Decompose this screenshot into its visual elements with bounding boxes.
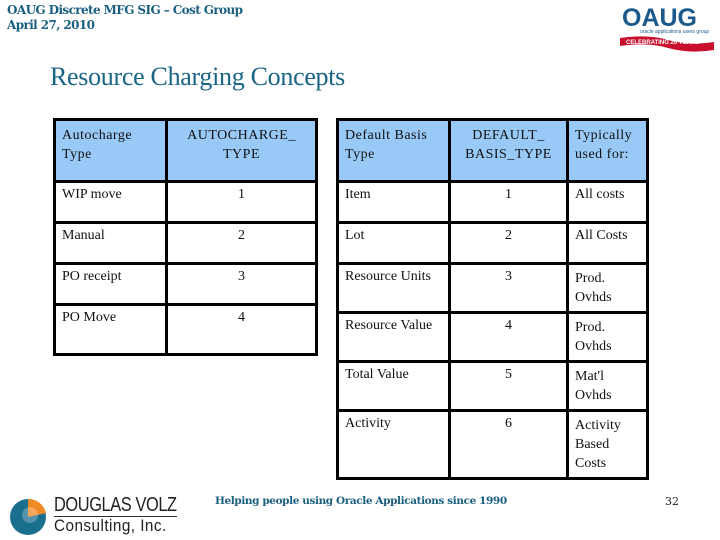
cell-code: 5 [448, 360, 569, 412]
cell-code: 3 [165, 262, 318, 306]
cell-basis: Activity [336, 409, 451, 480]
oaug-logo: OAUG oracle applications users group CEL… [620, 4, 714, 52]
cell-use: Mat'l Ovhds [566, 360, 649, 412]
table-row: Lot 2 All Costs [336, 221, 649, 265]
company-subtitle: Consulting, Inc. [54, 516, 167, 535]
cell-basis: Lot [336, 221, 451, 265]
cell-code: 3 [448, 262, 569, 314]
table-row: Manual 2 [53, 221, 318, 265]
cell-use: Prod. Ovhds [566, 262, 649, 314]
table-row: PO receipt 3 [53, 262, 318, 306]
cell-code: 6 [448, 409, 569, 480]
douglas-volz-logo-mark [10, 498, 46, 535]
cell-basis: Item [336, 180, 451, 224]
cell-code: 4 [448, 311, 569, 363]
cell-type: PO receipt [53, 262, 168, 306]
basis-table: Default Basis Type DEFAULT_ BASIS_TYPE T… [336, 118, 649, 480]
table-row: Resource Value 4 Prod. Ovhds [336, 311, 649, 363]
col-header-autocharge-type: Autocharge Type [53, 118, 168, 183]
cell-use: All costs [566, 180, 649, 224]
cell-type: Manual [53, 221, 168, 265]
autocharge-table: Autocharge Type AUTOCHARGE_ TYPE WIP mov… [53, 118, 318, 356]
col-header-autocharge-code: AUTOCHARGE_ TYPE [165, 118, 318, 183]
oaug-banner-text: CELEBRATING 20 YEARS [626, 40, 699, 46]
col-header-basis-code: DEFAULT_ BASIS_TYPE [448, 118, 569, 183]
cell-basis: Resource Units [336, 262, 451, 314]
cell-use: All Costs [566, 221, 649, 265]
slide-title: Resource Charging Concepts [50, 62, 345, 91]
table-row: Activity 6 Activity Based Costs [336, 409, 649, 480]
cell-type: WIP move [53, 180, 168, 224]
header-line-2: April 27, 2010 [7, 18, 95, 32]
header-line-1: OAUG Discrete MFG SIG – Cost Group [7, 3, 243, 17]
oaug-logo-text: OAUG [622, 4, 697, 32]
company-name: DOUGLAS VOLZ [54, 494, 177, 517]
oaug-logo-sub: oracle applications users group [640, 29, 709, 35]
table-row: Item 1 All costs [336, 180, 649, 224]
cell-use: Activity Based Costs [566, 409, 649, 480]
page-number: 32 [665, 495, 679, 508]
cell-basis: Resource Value [336, 311, 451, 363]
col-header-typical-use: Typically used for: [566, 118, 649, 183]
cell-code: 4 [165, 303, 318, 356]
table-row: Resource Units 3 Prod. Ovhds [336, 262, 649, 314]
cell-use: Prod. Ovhds [566, 311, 649, 363]
table-row: Total Value 5 Mat'l Ovhds [336, 360, 649, 412]
table-row: WIP move 1 [53, 180, 318, 224]
table-row: PO Move 4 [53, 303, 318, 356]
footer-tagline: Helping people using Oracle Applications… [215, 495, 507, 507]
cell-code: 1 [165, 180, 318, 224]
cell-code: 2 [448, 221, 569, 265]
cell-type: PO Move [53, 303, 168, 356]
col-header-basis-type: Default Basis Type [336, 118, 451, 183]
cell-basis: Total Value [336, 360, 451, 412]
cell-code: 1 [448, 180, 569, 224]
cell-code: 2 [165, 221, 318, 265]
slide-header: OAUG Discrete MFG SIG – Cost Group April… [7, 3, 243, 33]
